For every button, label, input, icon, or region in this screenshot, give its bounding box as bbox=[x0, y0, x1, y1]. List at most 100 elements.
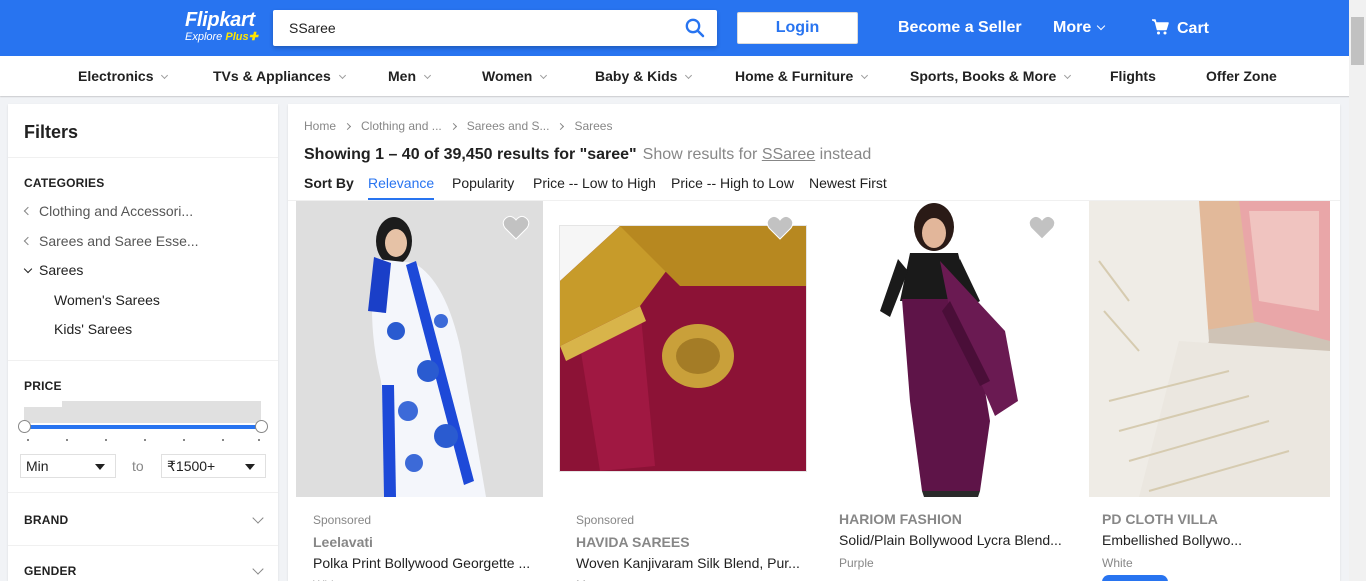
scrollbar-thumb[interactable] bbox=[1351, 17, 1364, 65]
chevron-down-icon bbox=[161, 71, 169, 80]
become-seller-link[interactable]: Become a Seller bbox=[898, 18, 1022, 38]
wishlist-heart-icon[interactable] bbox=[766, 215, 794, 241]
nav-label: Electronics bbox=[78, 68, 154, 84]
nav-label: TVs & Appliances bbox=[213, 68, 331, 84]
price-to-label: to bbox=[132, 458, 144, 474]
more-menu[interactable]: More bbox=[1053, 18, 1106, 38]
category-label: Sarees bbox=[39, 262, 84, 278]
nav-electronics[interactable]: Electronics bbox=[78, 68, 169, 84]
search-icon[interactable] bbox=[685, 18, 705, 38]
saree-photo-white-embellished bbox=[1089, 201, 1330, 497]
saree-photo-maroon-gold bbox=[560, 226, 806, 471]
dropdown-arrow-icon bbox=[245, 464, 255, 470]
nav-label: Flights bbox=[1110, 68, 1156, 84]
product-card[interactable]: HARIOM FASHION Solid/Plain Bollywood Lyc… bbox=[822, 201, 1085, 581]
logo-text: Flipkart bbox=[185, 9, 255, 31]
nav-women[interactable]: Women bbox=[482, 68, 548, 84]
login-button[interactable]: Login bbox=[737, 12, 858, 44]
chevron-right-icon bbox=[449, 122, 457, 131]
price-min-value: Min bbox=[26, 458, 49, 474]
price-min-select[interactable]: Min bbox=[20, 454, 116, 478]
category-label: Clothing and Accessori... bbox=[39, 203, 194, 219]
product-card[interactable]: Sponsored HAVIDA SAREES Woven Kanjivaram… bbox=[559, 201, 822, 581]
price-slider-min-handle[interactable] bbox=[18, 420, 31, 433]
nav-label: Sports, Books & More bbox=[910, 68, 1057, 84]
category-sarees[interactable]: Sarees bbox=[23, 262, 84, 278]
product-title[interactable]: Solid/Plain Bollywood Lycra Blend... bbox=[839, 532, 1062, 548]
product-card[interactable]: PD CLOTH VILLA Embellished Bollywo... Wh… bbox=[1085, 201, 1340, 581]
flipkart-logo[interactable]: Flipkart Explore Plus✚ bbox=[185, 9, 258, 43]
product-brand: HARIOM FASHION bbox=[839, 511, 962, 527]
wishlist-heart-icon[interactable] bbox=[502, 215, 530, 241]
category-kids-sarees[interactable]: Kids' Sarees bbox=[54, 321, 132, 337]
nav-label: Offer Zone bbox=[1206, 68, 1277, 84]
breadcrumb-sarees-essentials[interactable]: Sarees and S... bbox=[467, 119, 550, 133]
logo-subtext: Explore Plus✚ bbox=[185, 31, 258, 43]
sort-relevance[interactable]: Relevance bbox=[368, 175, 435, 200]
price-max-select[interactable]: ₹1500+ bbox=[161, 454, 266, 478]
product-brand: Leelavati bbox=[313, 534, 373, 550]
divider bbox=[8, 545, 278, 546]
product-title[interactable]: Embellished Bollywo... bbox=[1102, 532, 1242, 548]
price-slider-track[interactable] bbox=[24, 425, 261, 429]
chevron-down-icon bbox=[423, 71, 432, 80]
divider bbox=[8, 492, 278, 493]
chevron-down-icon bbox=[861, 71, 869, 80]
category-womens-sarees[interactable]: Women's Sarees bbox=[54, 292, 160, 308]
product-image[interactable] bbox=[1089, 201, 1330, 497]
page-scrollbar[interactable] bbox=[1349, 0, 1366, 581]
chevron-left-icon bbox=[23, 236, 33, 246]
breadcrumb-clothing[interactable]: Clothing and ... bbox=[361, 119, 442, 133]
product-image[interactable] bbox=[296, 201, 543, 497]
search-input[interactable] bbox=[273, 10, 663, 46]
product-image[interactable] bbox=[830, 201, 1060, 497]
results-count: Showing 1 – 40 of 39,450 results for "sa… bbox=[304, 146, 637, 163]
nav-tvs-appliances[interactable]: TVs & Appliances bbox=[213, 68, 346, 84]
cart-link[interactable]: Cart bbox=[1151, 18, 1209, 39]
filters-title: Filters bbox=[24, 122, 79, 142]
nav-men[interactable]: Men bbox=[388, 68, 432, 84]
divider bbox=[8, 360, 278, 361]
cart-icon bbox=[1152, 19, 1169, 35]
sponsored-label: Sponsored bbox=[576, 513, 635, 527]
gender-filter-heading[interactable]: GENDER bbox=[24, 564, 77, 578]
nav-label: Baby & Kids bbox=[595, 68, 678, 84]
nav-home-furniture[interactable]: Home & Furniture bbox=[735, 68, 869, 84]
chevron-down-icon bbox=[540, 71, 548, 80]
nav-offer-zone[interactable]: Offer Zone bbox=[1206, 68, 1277, 84]
sort-price-high-low[interactable]: Price -- High to Low bbox=[671, 175, 794, 198]
category-sarees-essentials[interactable]: Sarees and Saree Esse... bbox=[23, 233, 199, 249]
alt-query-link[interactable]: SSaree bbox=[762, 146, 815, 163]
nav-baby-kids[interactable]: Baby & Kids bbox=[595, 68, 693, 84]
category-clothing-accessories[interactable]: Clothing and Accessori... bbox=[23, 203, 194, 219]
product-title[interactable]: Woven Kanjivaram Silk Blend, Pur... bbox=[576, 555, 800, 571]
product-card[interactable]: Sponsored Leelavati Polka Print Bollywoo… bbox=[296, 201, 559, 581]
chevron-down-icon[interactable] bbox=[252, 512, 264, 524]
results-panel: Home Clothing and ... Sarees and S... Saree… bbox=[288, 104, 1340, 581]
cart-label: Cart bbox=[1177, 20, 1210, 37]
chevron-down-icon bbox=[685, 71, 693, 80]
chevron-down-icon bbox=[23, 264, 33, 274]
divider bbox=[8, 157, 278, 158]
price-slider-max-handle[interactable] bbox=[255, 420, 268, 433]
sort-newest-first[interactable]: Newest First bbox=[809, 175, 887, 198]
slider-tick bbox=[66, 439, 68, 441]
breadcrumb-home[interactable]: Home bbox=[304, 119, 336, 133]
chevron-right-icon bbox=[343, 122, 352, 131]
nav-flights[interactable]: Flights bbox=[1110, 68, 1156, 84]
price-max-value: ₹1500+ bbox=[167, 458, 216, 474]
wishlist-heart-icon[interactable] bbox=[1028, 215, 1056, 241]
product-title[interactable]: Polka Print Bollywood Georgette ... bbox=[313, 555, 530, 571]
sponsored-label: Sponsored bbox=[313, 513, 372, 527]
dropdown-arrow-icon bbox=[95, 464, 105, 470]
brand-filter-heading[interactable]: BRAND bbox=[24, 513, 68, 527]
slider-tick bbox=[105, 439, 107, 441]
product-image[interactable] bbox=[559, 225, 807, 472]
breadcrumb-sarees[interactable]: Sarees bbox=[574, 119, 612, 133]
saree-photo-purple bbox=[830, 201, 1060, 497]
sort-price-low-high[interactable]: Price -- Low to High bbox=[533, 175, 656, 198]
category-nav: Electronics TVs & Appliances Men Women B… bbox=[0, 56, 1366, 96]
nav-sports-books[interactable]: Sports, Books & More bbox=[910, 68, 1072, 84]
sort-popularity[interactable]: Popularity bbox=[452, 175, 514, 198]
chevron-down-icon[interactable] bbox=[252, 563, 264, 575]
